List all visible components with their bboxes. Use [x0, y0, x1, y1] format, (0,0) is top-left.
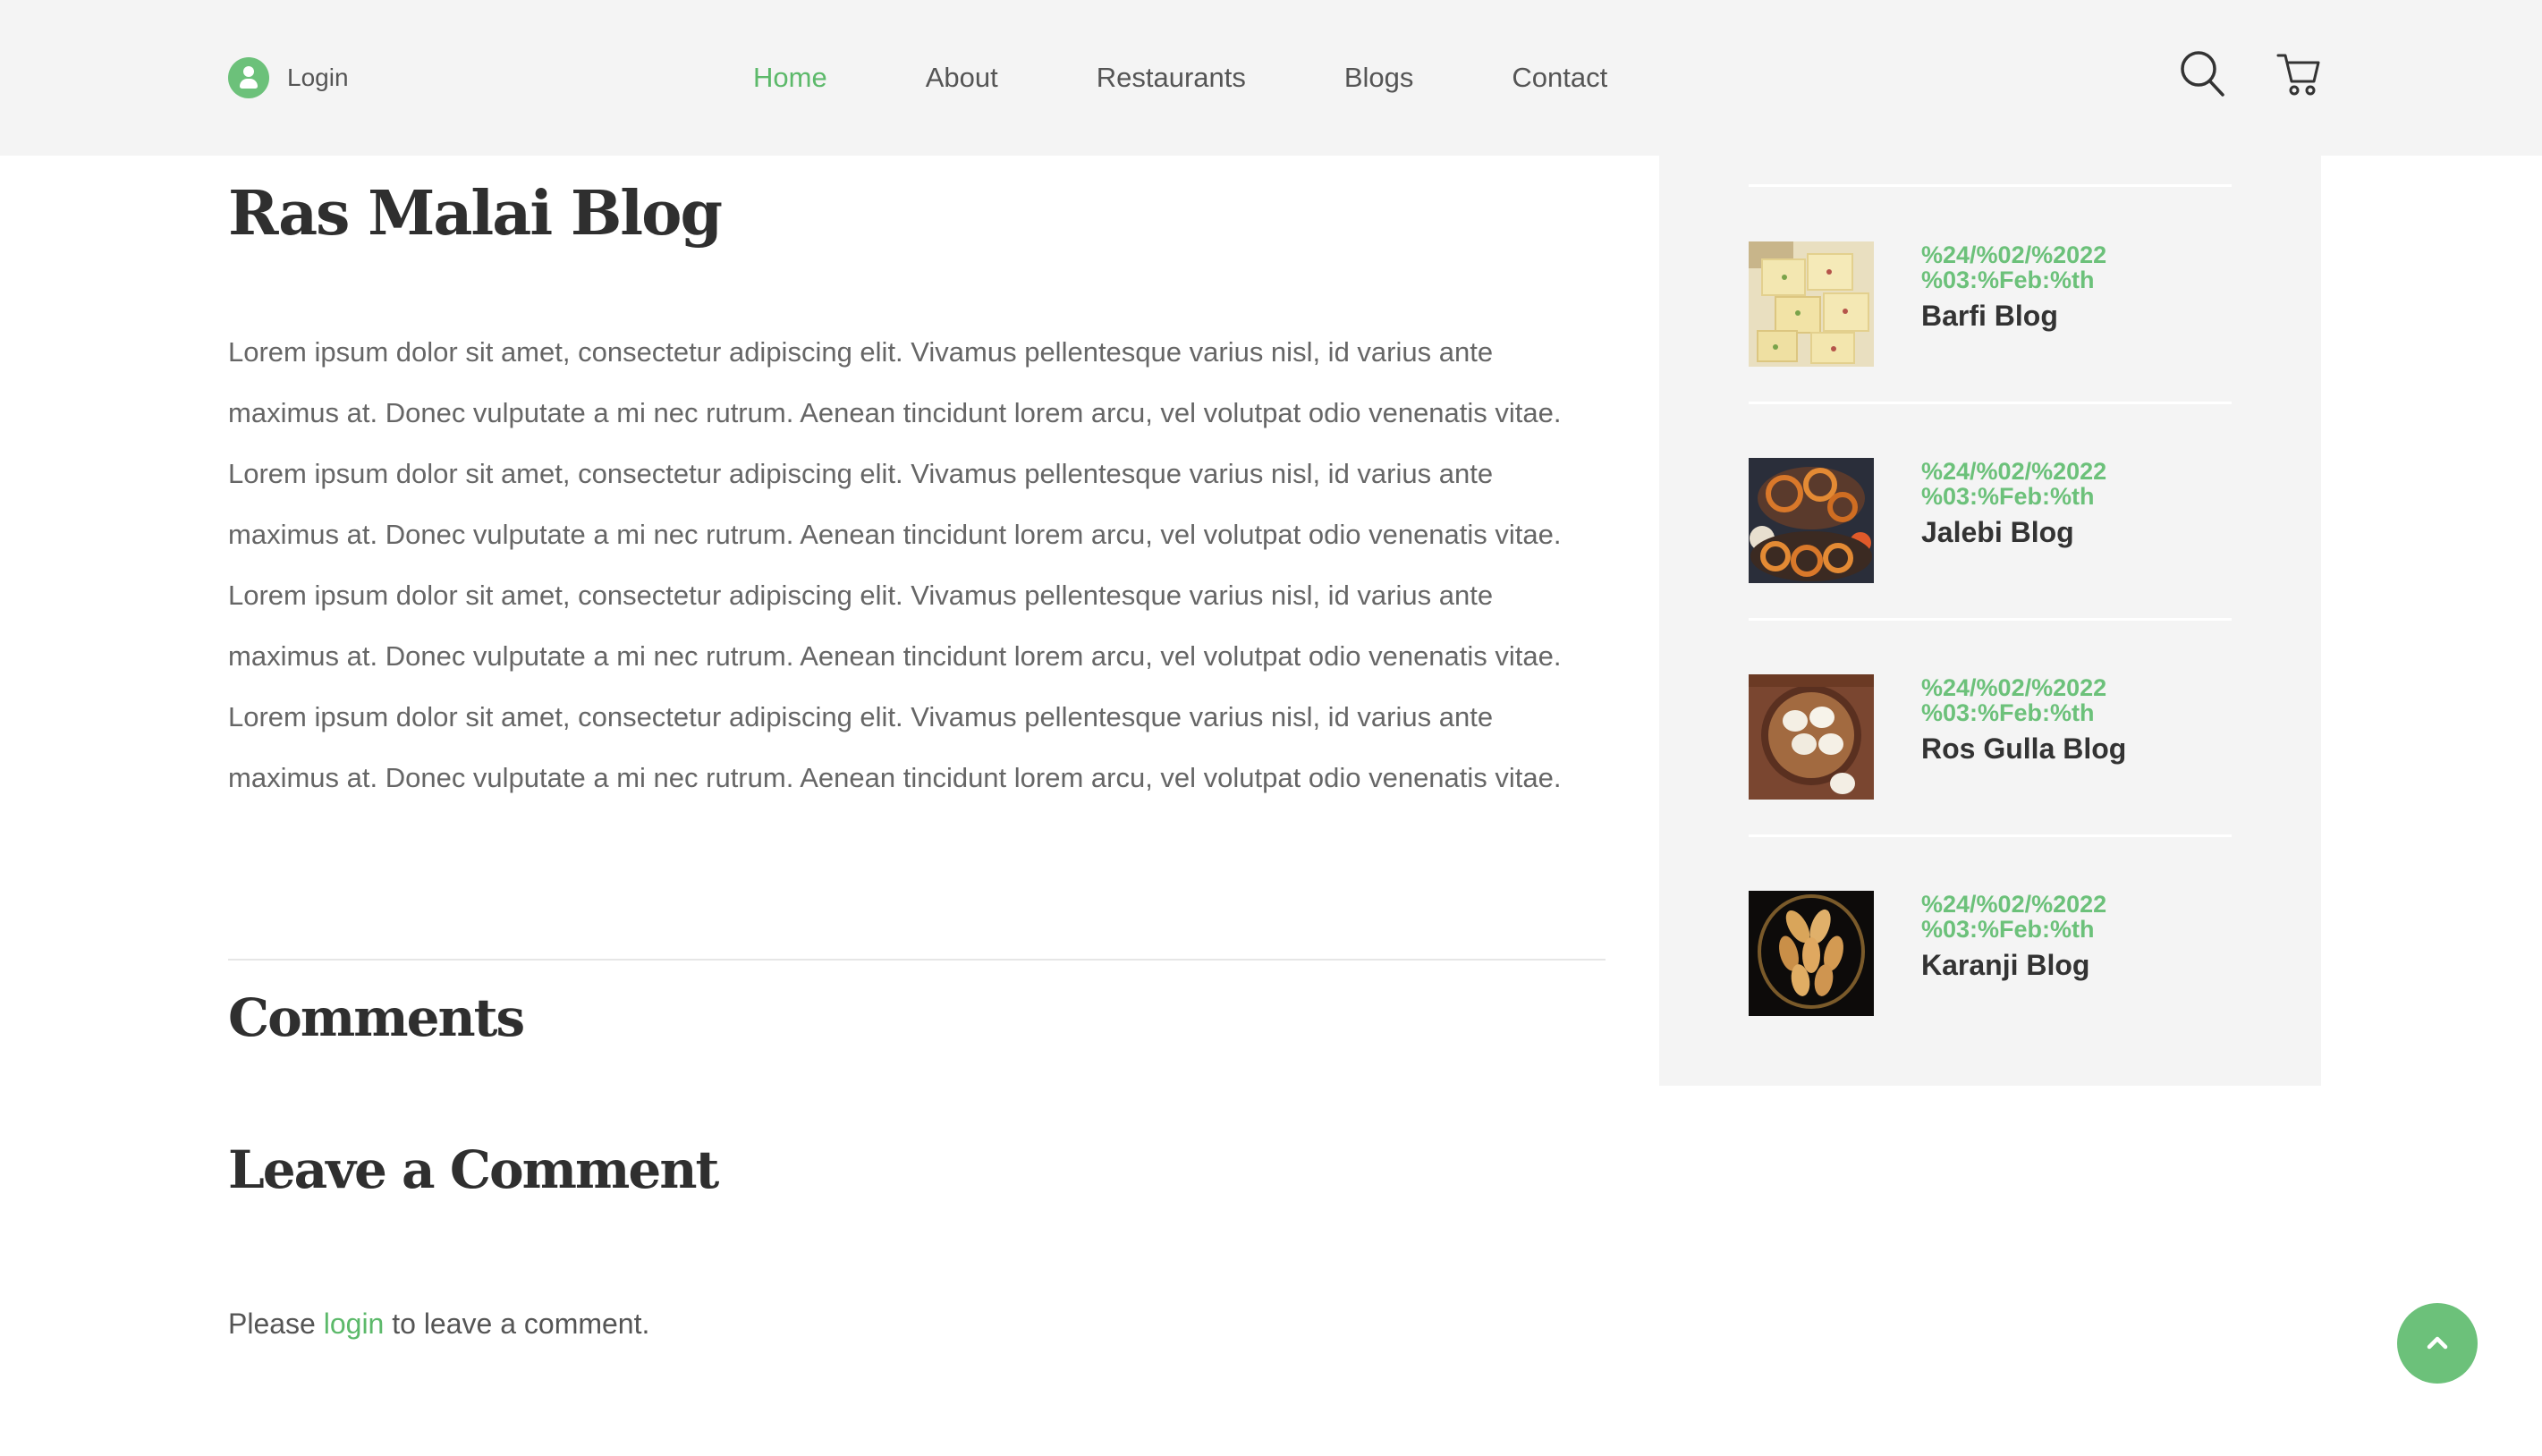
search-icon[interactable]	[2179, 49, 2225, 97]
karanji-thumbnail	[1749, 891, 1874, 1016]
chevron-up-icon	[2427, 1336, 2448, 1350]
post-date: %24/%02/%2022 %03:%Feb:%th	[1921, 674, 2107, 726]
login-prompt: Please login to leave a comment.	[228, 1308, 649, 1341]
cart-icon[interactable]	[2276, 51, 2321, 97]
user-icon	[228, 57, 269, 98]
post-date: %24/%02/%2022 %03:%Feb:%th	[1921, 891, 2107, 943]
login-link[interactable]: Login	[228, 57, 349, 98]
blog-body-text: Lorem ipsum dolor sit amet, consectetur …	[228, 336, 1562, 793]
comments-heading: Comments	[228, 987, 525, 1048]
leave-comment-heading: Leave a Comment	[228, 1139, 719, 1200]
sidebar-post-jalebi[interactable]: %24/%02/%2022 %03:%Feb:%th Jalebi Blog	[1749, 403, 2232, 621]
post-date: %24/%02/%2022 %03:%Feb:%th	[1921, 458, 2107, 510]
barfi-thumbnail	[1749, 241, 1874, 367]
nav-blogs[interactable]: Blogs	[1344, 62, 1414, 94]
post-title[interactable]: Ros Gulla Blog	[1921, 732, 2126, 766]
login-prompt-suffix: to leave a comment.	[384, 1308, 650, 1340]
sidebar-post-karanji[interactable]: %24/%02/%2022 %03:%Feb:%th Karanji Blog	[1749, 836, 2232, 1053]
login-label: Login	[287, 63, 349, 91]
post-title[interactable]: Jalebi Blog	[1921, 516, 2074, 549]
sidebar-post-barfi[interactable]: %24/%02/%2022 %03:%Feb:%th Barfi Blog	[1749, 187, 2232, 404]
post-title[interactable]: Karanji Blog	[1921, 949, 2089, 982]
post-date: %24/%02/%2022 %03:%Feb:%th	[1921, 241, 2107, 293]
recent-posts-sidebar: %24/%02/%2022 %03:%Feb:%th Barfi Blog %2…	[1659, 156, 2321, 1086]
sidebar-post-ros-gulla[interactable]: %24/%02/%2022 %03:%Feb:%th Ros Gulla Blo…	[1749, 620, 2232, 837]
ros-gulla-thumbnail	[1749, 674, 1874, 800]
page-title: Ras Malai Blog	[228, 178, 723, 250]
jalebi-thumbnail	[1749, 458, 1874, 583]
nav-about[interactable]: About	[926, 62, 998, 94]
divider	[228, 959, 1606, 961]
nav-restaurants[interactable]: Restaurants	[1097, 62, 1246, 94]
main-nav: Home About Restaurants Blogs Contact	[753, 57, 1607, 98]
back-to-top-button[interactable]	[2397, 1303, 2478, 1384]
nav-contact[interactable]: Contact	[1512, 62, 1607, 94]
nav-home[interactable]: Home	[753, 62, 827, 94]
login-prompt-link[interactable]: login	[324, 1308, 385, 1340]
login-prompt-prefix: Please	[228, 1308, 324, 1340]
site-header: Login Home About Restaurants Blogs Conta…	[0, 0, 2542, 156]
post-title[interactable]: Barfi Blog	[1921, 300, 2058, 333]
